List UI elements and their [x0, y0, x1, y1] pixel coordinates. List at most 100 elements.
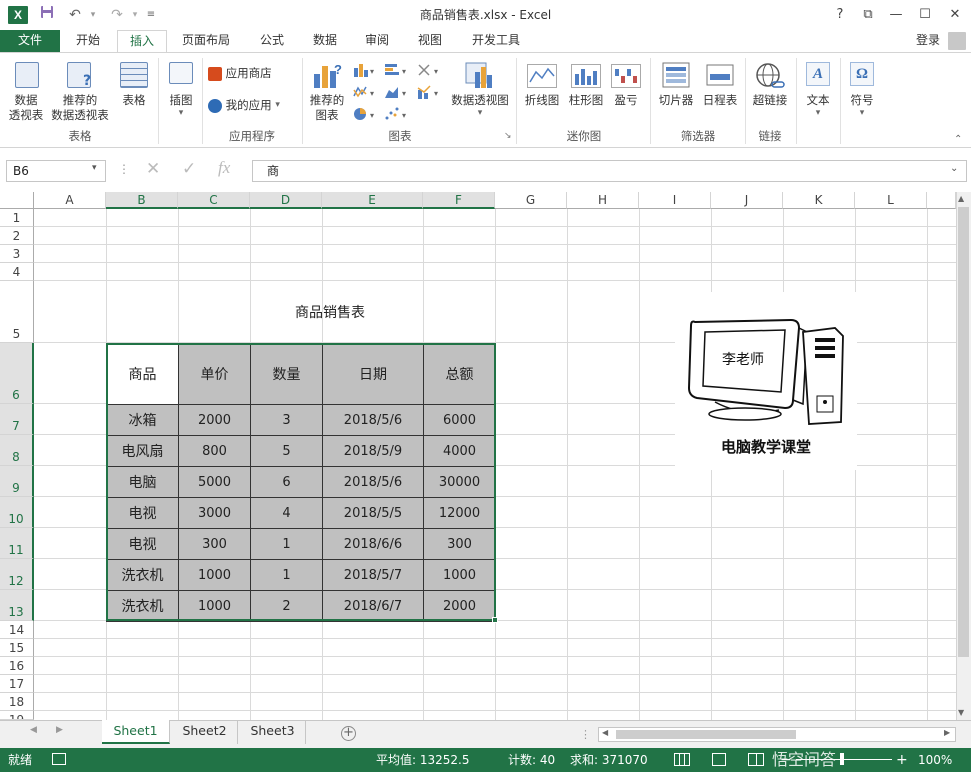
column-header-f[interactable]: F [423, 192, 495, 209]
cell-date[interactable]: 2018/6/6 [322, 528, 424, 560]
row-header-15[interactable]: 15 [0, 639, 34, 657]
cancel-icon[interactable]: ✕ [146, 159, 160, 179]
cell-price[interactable]: 3000 [178, 497, 251, 529]
sparkline-line-button[interactable]: 折线图 [520, 60, 564, 126]
macro-record-icon[interactable] [52, 753, 66, 765]
header-cell-total[interactable]: 总额 [423, 343, 496, 405]
cell-total[interactable]: 12000 [423, 497, 496, 529]
sheet-tab-3[interactable]: Sheet3 [240, 720, 306, 744]
symbol-button[interactable]: Ω 符号 ▾ [844, 60, 880, 126]
zoom-slider[interactable] [796, 759, 892, 760]
page-break-view-icon[interactable] [748, 753, 764, 766]
cell-date[interactable]: 2018/5/5 [322, 497, 424, 529]
column-header-d[interactable]: D [250, 192, 322, 209]
cell-date[interactable]: 2018/5/7 [322, 559, 424, 591]
cell-date[interactable]: 2018/5/6 [322, 466, 424, 498]
column-header-m[interactable] [927, 192, 956, 209]
line-chart-icon[interactable]: ▾ [352, 84, 378, 100]
cell-total[interactable]: 300 [423, 528, 496, 560]
save-icon[interactable] [36, 5, 58, 25]
zoom-in-icon[interactable]: + [896, 748, 908, 772]
header-cell-date[interactable]: 日期 [322, 343, 424, 405]
expand-formula-icon[interactable]: ⌄ [950, 163, 958, 174]
scroll-up-icon[interactable]: ▲ [958, 194, 964, 203]
recommended-pivot-button[interactable]: ? 推荐的 数据透视表 [48, 60, 112, 126]
row-header-17[interactable]: 17 [0, 675, 34, 693]
my-apps-button[interactable]: 我的应用 ▾ [208, 98, 298, 118]
fill-handle[interactable] [492, 617, 498, 623]
cell-product[interactable]: 电风扇 [106, 435, 179, 467]
tab-page-layout[interactable]: 页面布局 [170, 30, 242, 53]
tab-file[interactable]: 文件 [0, 30, 60, 53]
zoom-level[interactable]: 100% [918, 748, 952, 772]
column-header-l[interactable]: L [855, 192, 927, 209]
row-header-7[interactable]: 7 [0, 404, 34, 435]
cell-quantity[interactable]: 1 [250, 559, 323, 591]
pie-chart-icon[interactable]: ▾ [352, 106, 378, 122]
cell-product[interactable]: 电脑 [106, 466, 179, 498]
vertical-scroll-thumb[interactable] [958, 207, 969, 657]
cell-quantity[interactable]: 3 [250, 404, 323, 436]
maximize-button[interactable]: ☐ [910, 0, 940, 30]
cell-price[interactable]: 300 [178, 528, 251, 560]
cell-price[interactable]: 5000 [178, 466, 251, 498]
cell-date[interactable]: 2018/6/7 [322, 590, 424, 622]
row-header-8[interactable]: 8 [0, 435, 34, 466]
row-header-18[interactable]: 18 [0, 693, 34, 711]
column-header-h[interactable]: H [567, 192, 639, 209]
row-header-4[interactable]: 4 [0, 263, 34, 281]
scatter-chart-icon[interactable]: ▾ [384, 106, 410, 122]
cell-total[interactable]: 6000 [423, 404, 496, 436]
scroll-left-icon[interactable]: ◀ [602, 728, 608, 737]
sheet-title[interactable]: 商品销售表 [250, 302, 410, 322]
row-header-9[interactable]: 9 [0, 466, 34, 497]
column-header-c[interactable]: C [178, 192, 250, 209]
close-button[interactable]: ✕ [940, 0, 970, 30]
enter-icon[interactable]: ✓ [182, 159, 196, 179]
customize-toolbar-icon[interactable]: ≡ [140, 5, 162, 25]
sheet-tab-2[interactable]: Sheet2 [172, 720, 238, 744]
bar-chart-icon[interactable]: ▾ [384, 62, 410, 78]
normal-view-icon[interactable] [674, 753, 690, 766]
tab-split-icon[interactable]: ⋮ [580, 728, 591, 741]
row-header-5[interactable]: 5 [0, 281, 34, 343]
signin-link[interactable]: 登录 [904, 30, 952, 53]
slicer-button[interactable]: 切片器 [654, 60, 698, 126]
column-header-b[interactable]: B [106, 192, 178, 209]
sheet-tab-1[interactable]: Sheet1 [102, 720, 170, 744]
text-button[interactable]: A 文本 ▾ [800, 60, 836, 126]
cell-product[interactable]: 洗衣机 [106, 559, 179, 591]
cell-price[interactable]: 1000 [178, 559, 251, 591]
app-store-button[interactable]: 应用商店 [208, 66, 292, 86]
pivot-table-button[interactable]: 数据 透视表 [6, 60, 46, 126]
cell-quantity[interactable]: 5 [250, 435, 323, 467]
select-all-corner[interactable] [0, 192, 34, 209]
row-header-16[interactable]: 16 [0, 657, 34, 675]
table-button[interactable]: 表格 [114, 60, 154, 126]
collapse-ribbon-icon[interactable]: ⌃ [954, 134, 962, 145]
cell-date[interactable]: 2018/5/6 [322, 404, 424, 436]
minimize-button[interactable]: — [881, 0, 911, 30]
row-header-19[interactable]: 19 [0, 711, 34, 720]
header-cell-price[interactable]: 单价 [178, 343, 251, 405]
column-header-a[interactable]: A [34, 192, 106, 209]
combo-chart-icon[interactable]: ▾ [416, 84, 442, 100]
row-header-14[interactable]: 14 [0, 621, 34, 639]
formula-input[interactable]: 商 [252, 160, 967, 182]
row-header-12[interactable]: 12 [0, 559, 34, 590]
header-cell-quantity[interactable]: 数量 [250, 343, 323, 405]
cell-quantity[interactable]: 2 [250, 590, 323, 622]
sparkline-column-button[interactable]: 柱形图 [564, 60, 608, 126]
cell-total[interactable]: 2000 [423, 590, 496, 622]
zoom-out-icon[interactable]: − [780, 748, 792, 772]
cell-total[interactable]: 30000 [423, 466, 496, 498]
cell-product[interactable]: 电视 [106, 528, 179, 560]
cell-total[interactable]: 4000 [423, 435, 496, 467]
cell-product[interactable]: 冰箱 [106, 404, 179, 436]
column-header-j[interactable]: J [711, 192, 783, 209]
undo-dropdown-icon[interactable]: ▾ [82, 5, 104, 25]
ribbon-display-button[interactable]: ⧉ [853, 0, 883, 30]
cell-quantity[interactable]: 1 [250, 528, 323, 560]
horizontal-scroll-thumb[interactable] [616, 730, 796, 739]
avatar[interactable] [948, 32, 966, 50]
